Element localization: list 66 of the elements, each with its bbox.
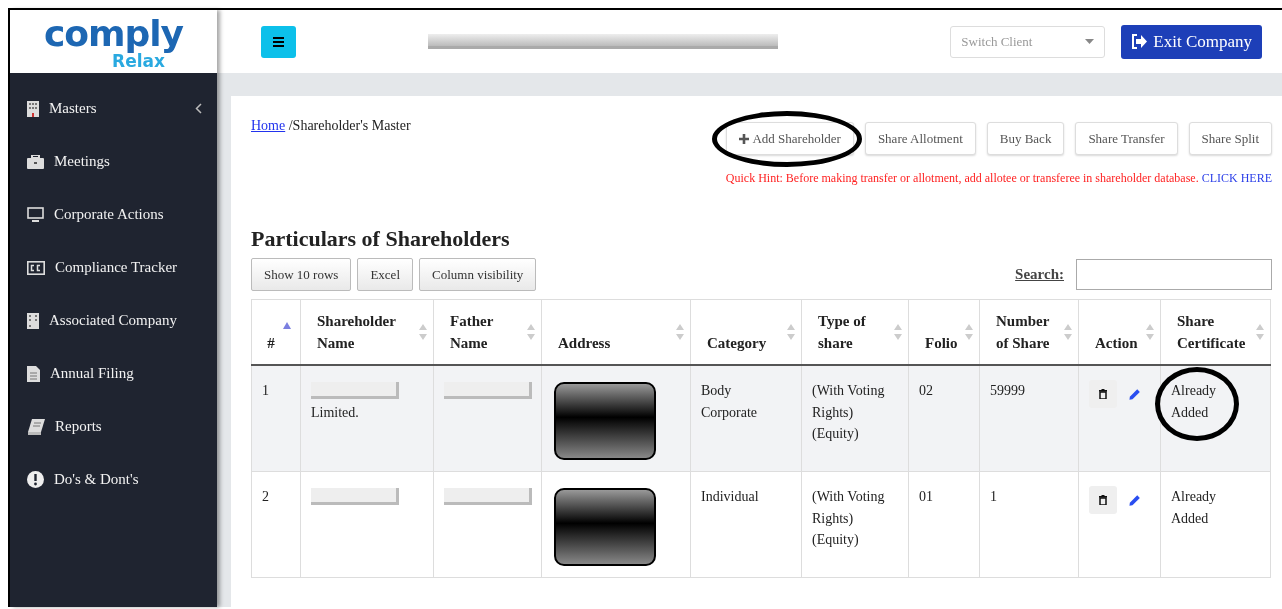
trash-icon <box>1098 495 1107 505</box>
sort-icon[interactable] <box>527 324 535 340</box>
table-cell: 1 <box>979 471 1079 578</box>
table-toolbar-button[interactable]: Column visibility <box>419 258 537 291</box>
sort-icon[interactable] <box>1146 324 1154 340</box>
sort-icon[interactable] <box>894 324 902 340</box>
book-icon <box>27 418 45 435</box>
table-cell: Already Added <box>1171 383 1217 420</box>
sort-icon[interactable] <box>787 324 795 340</box>
table-cell: (With Voting Rights) (Equity) <box>801 365 909 472</box>
page-heading: Particulars of Shareholders <box>251 226 511 252</box>
sort-icon[interactable] <box>419 324 427 340</box>
breadcrumb-current: /Shareholder's Master <box>287 118 411 133</box>
action-button[interactable]: Share Split <box>1188 122 1272 155</box>
table-toolbar-button[interactable]: Excel <box>357 258 413 291</box>
sidebar-item[interactable]: Do's & Dont's <box>10 453 217 506</box>
sort-icon[interactable] <box>1064 324 1072 340</box>
home-link[interactable]: Home <box>251 118 286 133</box>
table-cell: Individual <box>690 471 802 578</box>
pencil-icon[interactable] <box>1128 493 1140 507</box>
table-toolbar-button[interactable]: Show 10 rows <box>251 258 352 291</box>
sort-icon[interactable] <box>676 324 684 340</box>
menu-button[interactable] <box>261 25 296 58</box>
action-button[interactable]: Share Allotment <box>864 122 976 155</box>
sort-icon[interactable] <box>965 324 973 340</box>
sidebar-item[interactable]: Masters <box>10 82 217 135</box>
action-button[interactable]: Add Shareholder <box>726 122 854 155</box>
menu-icon <box>273 36 284 47</box>
search-label: Search: <box>1015 266 1064 283</box>
sidebar-item[interactable]: Reports <box>10 400 217 453</box>
sort-icon[interactable] <box>1256 324 1264 340</box>
sidebar-item[interactable]: Annual Filing <box>10 347 217 400</box>
click-here-link[interactable]: CLICK HERE <box>1201 171 1272 185</box>
delete-button[interactable] <box>1089 486 1117 514</box>
sidebar-item[interactable]: Associated Company <box>10 294 217 347</box>
building-icon <box>27 100 39 117</box>
sidebar-item[interactable]: Meetings <box>10 135 217 188</box>
exit-company-button[interactable]: Exit Company <box>1121 24 1262 59</box>
document-icon <box>27 365 40 382</box>
search-field[interactable] <box>1076 259 1272 290</box>
sign-out-icon <box>1131 34 1148 49</box>
table-cell: 01 <box>908 471 980 578</box>
briefcase-icon <box>27 154 44 169</box>
pencil-icon[interactable] <box>1128 387 1140 401</box>
table-cell: 1 <box>251 365 301 472</box>
table-cell: 59999 <box>979 365 1079 472</box>
exclamation-icon <box>27 471 44 488</box>
table-cell: (With Voting Rights) (Equity) <box>801 471 909 578</box>
trash-icon <box>1098 389 1107 399</box>
caret-icon <box>1085 39 1095 44</box>
action-button[interactable]: Share Transfer <box>1075 122 1178 155</box>
monitor-icon <box>27 207 44 222</box>
delete-button[interactable] <box>1089 380 1117 408</box>
building-icon <box>27 312 39 329</box>
quick-hint: Quick Hint: Before making transfer or allotment, add allotee or transferee in shareholder database. CLICK HERE <box>724 171 1272 186</box>
sort-ascending-icon[interactable] <box>283 322 291 329</box>
table-cell: 2 <box>251 471 301 578</box>
sidebar-item[interactable]: Corporate Actions <box>10 188 217 241</box>
cc-icon <box>27 260 45 275</box>
sidebar-item[interactable]: Compliance Tracker <box>10 241 217 294</box>
plus-icon <box>739 133 750 144</box>
table-cell-text: Limited. <box>311 404 360 422</box>
table-cell: 02 <box>908 365 980 472</box>
table-cell: Already Added <box>1171 489 1217 526</box>
table-cell: Body Corporate <box>690 365 802 472</box>
action-button[interactable]: Buy Back <box>986 122 1065 155</box>
